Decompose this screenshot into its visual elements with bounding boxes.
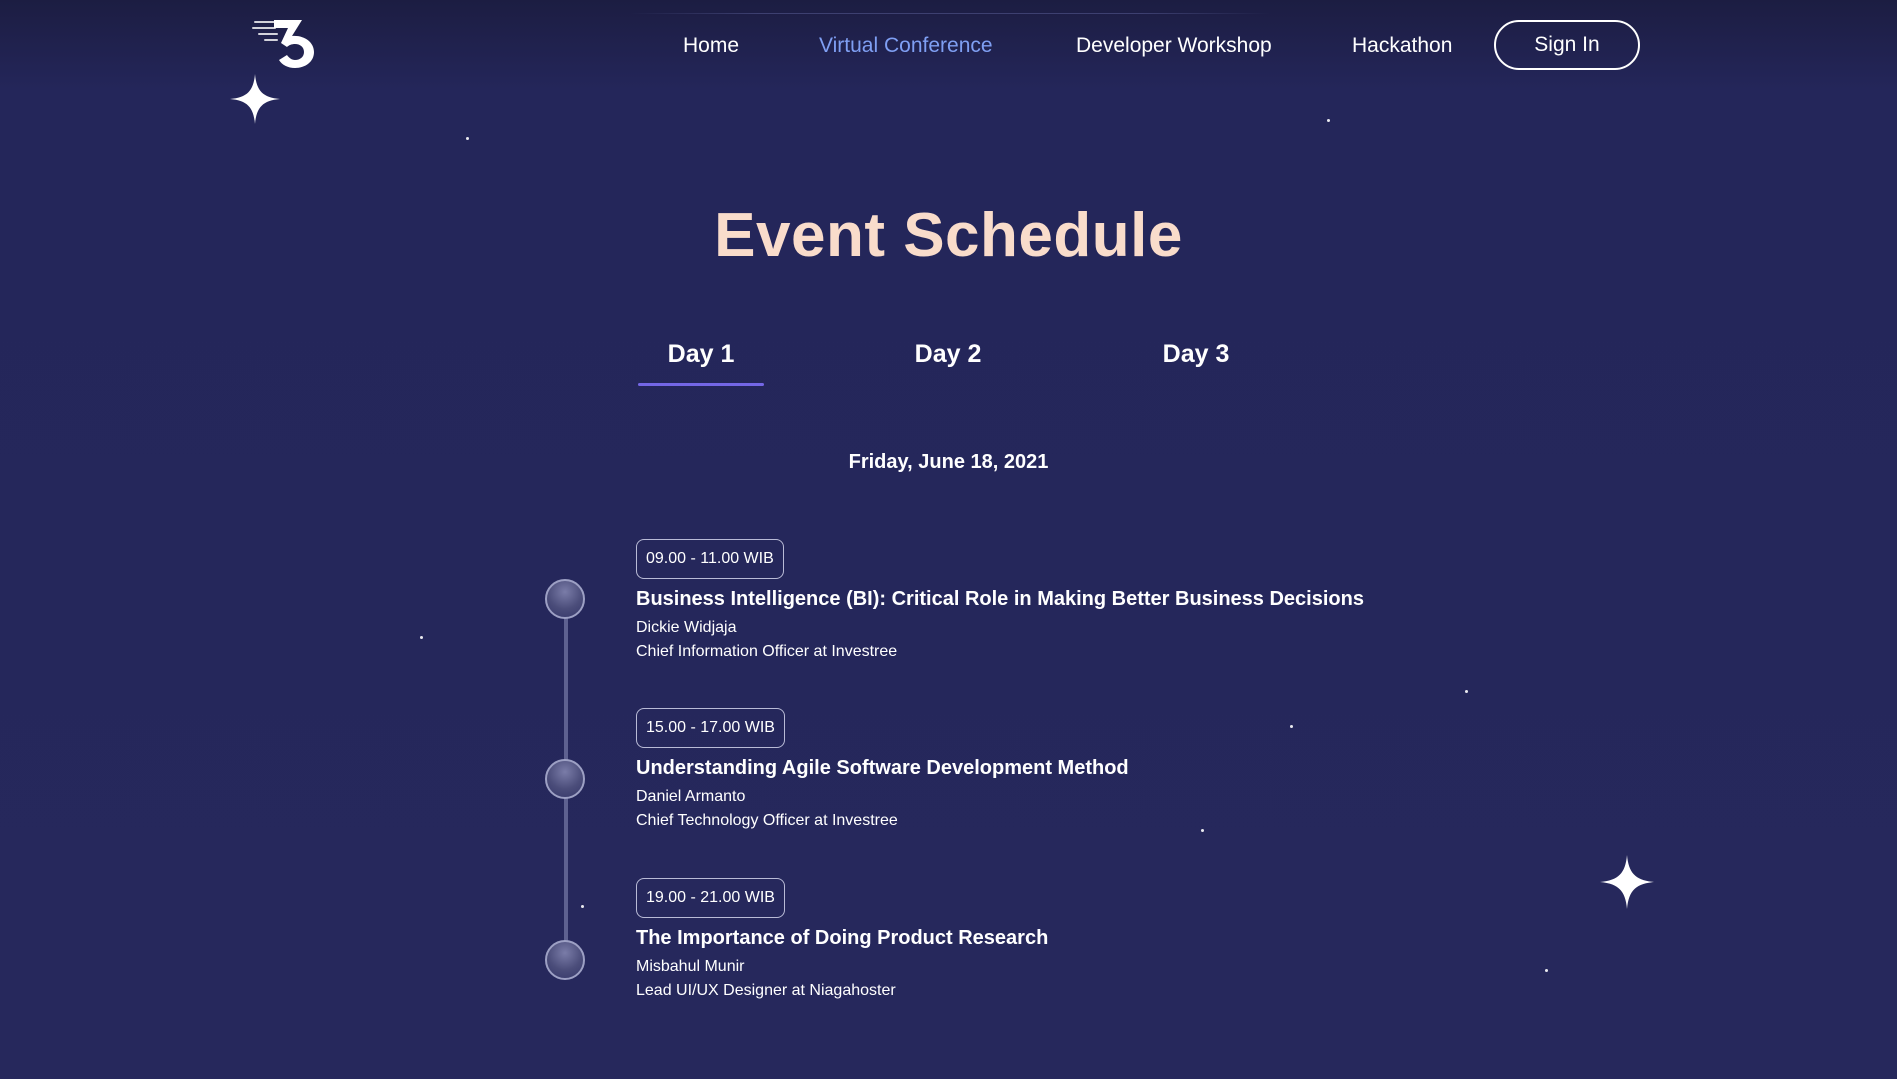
- session-title: The Importance of Doing Product Research: [636, 927, 1049, 949]
- sign-in-button[interactable]: Sign In: [1494, 20, 1640, 70]
- session-speaker-role: Lead UI/UX Designer at Niagahoster: [636, 982, 896, 999]
- star-dot: [1545, 969, 1548, 972]
- star-dot: [581, 905, 584, 908]
- sparkle-star-icon: [1600, 855, 1654, 909]
- session-item: 19.00 - 21.00 WIB The Importance of Doin…: [636, 878, 1536, 1000]
- schedule-date: Friday, June 18, 2021: [848, 451, 1049, 473]
- timeline-node: [545, 940, 585, 980]
- page-title: Event Schedule: [714, 201, 1183, 270]
- session-speaker: Dickie Widjaja: [636, 619, 737, 636]
- timeline-node: [545, 579, 585, 619]
- nav-hackathon-link[interactable]: Hackathon: [1352, 20, 1452, 72]
- active-tab-indicator: [638, 383, 764, 386]
- nav-home-link[interactable]: Home: [683, 20, 739, 72]
- nav-divider: [630, 13, 1270, 14]
- day-tabs: Day 1 Day 2 Day 3: [0, 340, 1897, 390]
- page: Home Virtual Conference Developer Worksh…: [0, 0, 1897, 1079]
- session-time-badge: 15.00 - 17.00 WIB: [636, 708, 785, 748]
- navbar: Home Virtual Conference Developer Worksh…: [0, 0, 1897, 92]
- session-speaker-role: Chief Information Officer at Investree: [636, 643, 898, 660]
- star-dot: [1465, 690, 1468, 693]
- session-title: Business Intelligence (BI): Critical Rol…: [636, 588, 1364, 610]
- star-dot: [420, 636, 423, 639]
- session-item: 15.00 - 17.00 WIB Understanding Agile So…: [636, 708, 1536, 830]
- session-time-badge: 09.00 - 11.00 WIB: [636, 539, 784, 579]
- session-item: 09.00 - 11.00 WIB Business Intelligence …: [636, 539, 1536, 661]
- tab-day-1[interactable]: Day 1: [638, 340, 764, 386]
- timeline-node: [545, 759, 585, 799]
- session-title: Understanding Agile Software Development…: [636, 757, 1129, 779]
- star-dot: [466, 137, 469, 140]
- nav-developer-workshop-link[interactable]: Developer Workshop: [1076, 20, 1272, 72]
- nav-virtual-conference-link[interactable]: Virtual Conference: [819, 20, 993, 72]
- session-speaker-role: Chief Technology Officer at Investree: [636, 812, 898, 829]
- session-speaker: Misbahul Munir: [636, 958, 745, 975]
- tab-day-2[interactable]: Day 2: [885, 340, 1011, 386]
- session-speaker: Daniel Armanto: [636, 788, 746, 805]
- tab-day-3[interactable]: Day 3: [1133, 340, 1259, 386]
- star-dot: [1327, 119, 1330, 122]
- sparkle-star-icon: [230, 74, 280, 124]
- session-time-badge: 19.00 - 21.00 WIB: [636, 878, 785, 918]
